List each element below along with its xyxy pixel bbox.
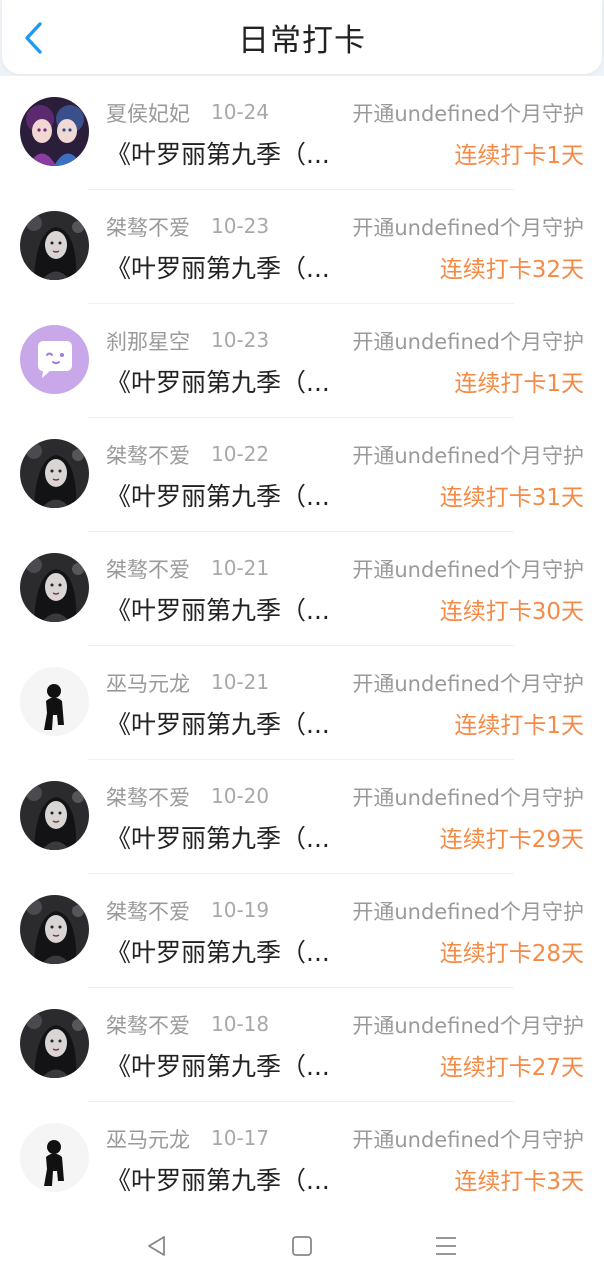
- user-name[interactable]: 巫马元龙: [106, 1124, 190, 1154]
- nav-back-button[interactable]: [141, 1230, 173, 1262]
- streak-badge: 连续打卡31天: [439, 485, 584, 511]
- nav-home-button[interactable]: [286, 1230, 318, 1262]
- user-name[interactable]: 刹那星空: [106, 326, 190, 356]
- avatar-image: [20, 325, 89, 394]
- avatar-image: [20, 781, 89, 850]
- user-name[interactable]: 桀骜不爱: [106, 1010, 190, 1040]
- guard-status: 开通undefined个月守护: [352, 900, 584, 924]
- checkin-date: 10-20: [211, 784, 270, 808]
- checkin-content: 《叶罗丽第九季（...: [106, 1052, 330, 1081]
- streak-badge: 连续打卡28天: [439, 941, 584, 967]
- checkin-content: 《叶罗丽第九季（...: [106, 482, 330, 511]
- streak-badge: 连续打卡1天: [454, 713, 584, 739]
- avatar[interactable]: [20, 1009, 89, 1078]
- chevron-left-icon: [25, 22, 42, 54]
- checkin-content: 《叶罗丽第九季（...: [106, 140, 330, 169]
- avatar[interactable]: [20, 325, 89, 394]
- guard-status: 开通undefined个月守护: [352, 1128, 584, 1152]
- guard-status: 开通undefined个月守护: [352, 558, 584, 582]
- user-name[interactable]: 巫马元龙: [106, 668, 190, 698]
- checkin-date: 10-23: [211, 328, 270, 352]
- avatar[interactable]: [20, 211, 89, 280]
- checkin-date: 10-24: [211, 100, 270, 124]
- menu-lines-icon: [436, 1237, 456, 1255]
- avatar-image: [20, 895, 89, 964]
- system-navbar: [0, 1210, 604, 1280]
- guard-status: 开通undefined个月守护: [352, 672, 584, 696]
- list-item[interactable]: 桀骜不爱 10-20 开通undefined个月守护 《叶罗丽第九季（... 连续打卡2…: [0, 760, 604, 874]
- streak-badge: 连续打卡1天: [454, 143, 584, 169]
- guard-status: 开通undefined个月守护: [352, 216, 584, 240]
- avatar-image: [20, 97, 89, 166]
- checkin-content: 《叶罗丽第九季（...: [106, 938, 330, 967]
- guard-status: 开通undefined个月守护: [352, 330, 584, 354]
- streak-badge: 连续打卡30天: [439, 599, 584, 625]
- avatar[interactable]: [20, 97, 89, 166]
- checkin-content: 《叶罗丽第九季（...: [106, 254, 330, 283]
- guard-status: 开通undefined个月守护: [352, 1014, 584, 1038]
- checkin-content: 《叶罗丽第九季（...: [106, 824, 330, 853]
- user-name[interactable]: 桀骜不爱: [106, 440, 190, 470]
- checkin-date: 10-19: [211, 898, 270, 922]
- streak-badge: 连续打卡27天: [439, 1055, 584, 1081]
- list-item[interactable]: 巫马元龙 10-17 开通undefined个月守护 《叶罗丽第九季（... 连续打卡3…: [0, 1102, 604, 1210]
- checkin-content: 《叶罗丽第九季（...: [106, 368, 330, 397]
- header-bar: 日常打卡: [2, 0, 602, 74]
- list-item[interactable]: 桀骜不爱 10-23 开通undefined个月守护 《叶罗丽第九季（... 连续打卡3…: [0, 190, 604, 304]
- avatar[interactable]: [20, 1123, 89, 1192]
- checkin-list[interactable]: 夏侯妃妃 10-24 开通undefined个月守护 《叶罗丽第九季（... 连续打卡1…: [0, 76, 604, 1210]
- avatar[interactable]: [20, 553, 89, 622]
- avatar-image: [20, 553, 89, 622]
- triangle-back-icon: [148, 1236, 165, 1256]
- checkin-content: 《叶罗丽第九季（...: [106, 1166, 330, 1195]
- streak-badge: 连续打卡32天: [439, 257, 584, 283]
- avatar[interactable]: [20, 667, 89, 736]
- guard-status: 开通undefined个月守护: [352, 102, 584, 126]
- guard-status: 开通undefined个月守护: [352, 786, 584, 810]
- avatar-image: [20, 667, 89, 736]
- list-item[interactable]: 桀骜不爱 10-18 开通undefined个月守护 《叶罗丽第九季（... 连续打卡2…: [0, 988, 604, 1102]
- nav-menu-button[interactable]: [430, 1230, 462, 1262]
- list-item[interactable]: 桀骜不爱 10-19 开通undefined个月守护 《叶罗丽第九季（... 连续打卡2…: [0, 874, 604, 988]
- checkin-content: 《叶罗丽第九季（...: [106, 710, 330, 739]
- streak-badge: 连续打卡3天: [454, 1169, 584, 1195]
- checkin-date: 10-21: [211, 670, 270, 694]
- checkin-date: 10-23: [211, 214, 270, 238]
- user-name[interactable]: 桀骜不爱: [106, 554, 190, 584]
- checkin-date: 10-21: [211, 556, 270, 580]
- checkin-date: 10-18: [211, 1012, 270, 1036]
- user-name[interactable]: 夏侯妃妃: [106, 98, 190, 128]
- list-item[interactable]: 夏侯妃妃 10-24 开通undefined个月守护 《叶罗丽第九季（... 连续打卡1…: [0, 76, 604, 190]
- list-item[interactable]: 巫马元龙 10-21 开通undefined个月守护 《叶罗丽第九季（... 连续打卡1…: [0, 646, 604, 760]
- avatar-image: [20, 1009, 89, 1078]
- list-item[interactable]: 刹那星空 10-23 开通undefined个月守护 《叶罗丽第九季（... 连续打卡1…: [0, 304, 604, 418]
- guard-status: 开通undefined个月守护: [352, 444, 584, 468]
- avatar-image: [20, 439, 89, 508]
- square-home-icon: [292, 1236, 312, 1256]
- checkin-date: 10-17: [211, 1126, 270, 1150]
- list-item[interactable]: 桀骜不爱 10-21 开通undefined个月守护 《叶罗丽第九季（... 连续打卡3…: [0, 532, 604, 646]
- avatar-image: [20, 211, 89, 280]
- avatar[interactable]: [20, 439, 89, 508]
- avatar[interactable]: [20, 895, 89, 964]
- page-title: 日常打卡: [238, 22, 366, 59]
- checkin-date: 10-22: [211, 442, 270, 466]
- user-name[interactable]: 桀骜不爱: [106, 896, 190, 926]
- user-name[interactable]: 桀骜不爱: [106, 782, 190, 812]
- user-name[interactable]: 桀骜不爱: [106, 212, 190, 242]
- avatar[interactable]: [20, 781, 89, 850]
- list-item[interactable]: 桀骜不爱 10-22 开通undefined个月守护 《叶罗丽第九季（... 连续打卡3…: [0, 418, 604, 532]
- streak-badge: 连续打卡29天: [439, 827, 584, 853]
- streak-badge: 连续打卡1天: [454, 371, 584, 397]
- avatar-image: [20, 1123, 89, 1192]
- checkin-content: 《叶罗丽第九季（...: [106, 596, 330, 625]
- back-button[interactable]: [16, 20, 52, 56]
